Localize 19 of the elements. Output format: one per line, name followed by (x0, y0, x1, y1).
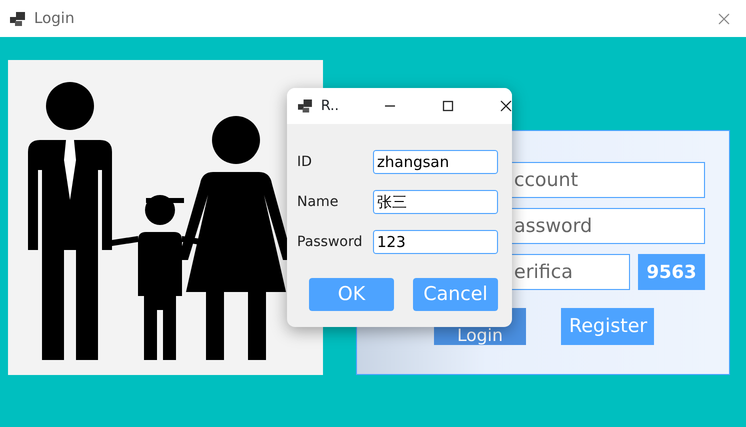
close-button[interactable] (500, 100, 512, 112)
input-field[interactable]: zhangsan (373, 150, 498, 174)
field-label: Password (297, 232, 364, 252)
window-title: Login (34, 8, 74, 30)
ok-button[interactable]: OK (309, 278, 394, 311)
dialog-title: R.. (320, 96, 340, 116)
close-icon (500, 100, 512, 112)
cancel-button[interactable]: Cancel (413, 278, 498, 311)
field-label: ID (297, 152, 313, 172)
captcha-code[interactable]: 9563 (638, 254, 705, 290)
register-button[interactable]: Register (561, 308, 654, 345)
input-field[interactable]: 张三 (373, 190, 498, 214)
close-icon (718, 12, 730, 24)
maximize-button[interactable] (442, 100, 454, 112)
maximize-icon (442, 100, 454, 112)
field-label: Name (297, 192, 340, 212)
app-icon (10, 12, 26, 26)
input-field[interactable]: 123 (373, 230, 498, 254)
app-icon (298, 99, 313, 113)
